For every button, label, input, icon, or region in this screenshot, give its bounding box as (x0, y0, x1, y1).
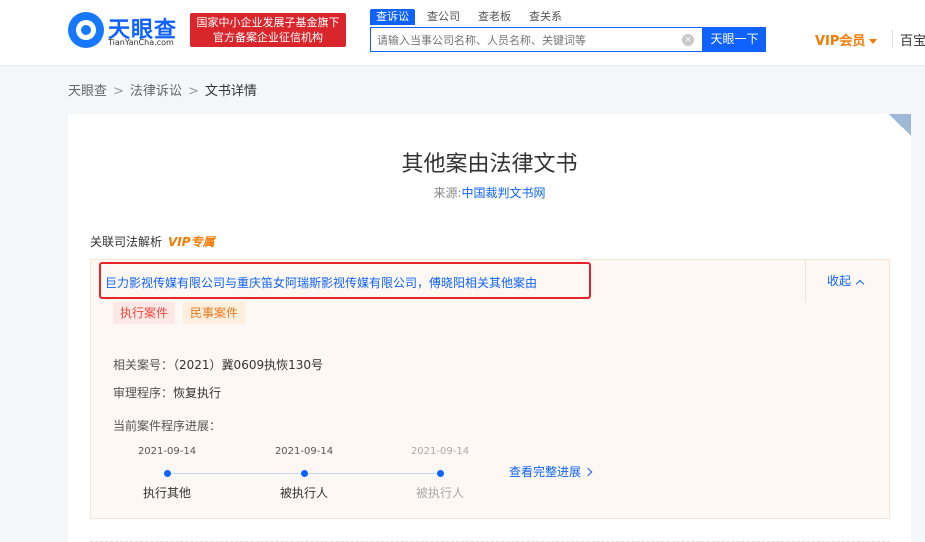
procedure-value: 恢复执行 (173, 386, 222, 400)
tab-search-relation[interactable]: 查关系 (523, 9, 568, 25)
document-card: 其他案由法律文书 来源:中国裁判文书网 关联司法解析 VIP专属 巨力影视传媒有限… (68, 114, 911, 542)
top-header: 天眼查 TianYanCha.com 国家中小企业发展子基金旗下 官方备案企业征… (0, 0, 925, 66)
view-full-progress-link[interactable]: 查看完整进展 (509, 463, 593, 480)
badge-line-2: 官方备案企业征信机构 (213, 31, 323, 44)
breadcrumb: 天眼查 > 法律诉讼 > 文书详情 (68, 80, 257, 99)
tianyancha-logo[interactable]: 天眼查 TianYanCha.com (68, 12, 186, 48)
document-title: 其他案由法律文书 (401, 152, 578, 177)
breadcrumb-home[interactable]: 天眼查 (68, 84, 107, 99)
tag-civil-case: 民事案件 (183, 302, 246, 324)
timeline-dot (300, 470, 308, 477)
vip-exclusive-badge: VIP专属 (168, 235, 215, 249)
procedure-row: 审理程序：恢复执行 (113, 384, 221, 401)
badge-line-1: 国家中小企业发展子基金旗下 (196, 16, 340, 29)
clear-icon[interactable]: × (682, 34, 694, 46)
breadcrumb-current: 文书详情 (204, 84, 257, 99)
chevron-right-icon: > (113, 84, 124, 99)
search-box: × (370, 27, 703, 52)
case-panel: 巨力影视传媒有限公司与重庆笛女阿瑞斯影视传媒有限公司，傅晓阳相关其他案由 收起 … (90, 259, 890, 519)
search-button[interactable]: 天眼一下 (703, 27, 766, 52)
timeline-date: 2021-09-14 (410, 446, 470, 457)
timeline-node: 2021-09-14 被执行人 (249, 444, 359, 501)
case-number-label: 相关案号： (113, 358, 174, 372)
case-number-value: （2021）冀0609执恢130号 (173, 358, 323, 372)
collapse-button[interactable]: 收起 (805, 260, 891, 302)
source-label: 来源: (433, 186, 462, 200)
procedure-label: 审理程序： (113, 386, 174, 400)
section-title: 关联司法解析 (90, 235, 163, 249)
tab-search-litigation[interactable]: 查诉讼 (370, 9, 415, 25)
case-title-link[interactable]: 巨力影视传媒有限公司与重庆笛女阿瑞斯影视传媒有限公司，傅晓阳相关其他案由 (105, 274, 537, 291)
collapse-label: 收起 (827, 274, 852, 288)
breadcrumb-litigation[interactable]: 法律诉讼 (130, 84, 182, 99)
chevron-up-icon (855, 279, 865, 288)
timeline-node: 2021-09-14 执行其他 (112, 444, 222, 501)
case-number-row: 相关案号：（2021）冀0609执恢130号 (113, 356, 323, 373)
search-input[interactable] (377, 32, 677, 48)
timeline-dot (436, 470, 444, 477)
logo-eye-icon (68, 12, 104, 48)
tag-execution-case: 执行案件 (113, 302, 176, 324)
timeline-label: 执行其他 (142, 486, 191, 500)
section-label: 关联司法解析 VIP专属 (90, 233, 215, 250)
progress-timeline: 2021-09-14 执行其他 2021-09-14 被执行人 2021-09-… (138, 444, 539, 504)
vip-member-label: VIP会员 (815, 34, 866, 49)
chevron-right-icon (583, 467, 593, 476)
caret-down-icon (869, 39, 878, 44)
tab-search-boss[interactable]: 查老板 (472, 9, 517, 25)
official-badge: 国家中小企业发展子基金旗下 官方备案企业征信机构 (190, 13, 346, 47)
timeline-node: 2021-09-14 被执行人 (385, 444, 495, 501)
header-right-link[interactable]: 百宝 (900, 30, 925, 49)
timeline-label: 被执行人 (279, 486, 328, 500)
timeline-label: 被执行人 (415, 486, 464, 500)
tab-search-company[interactable]: 查公司 (421, 9, 466, 25)
chevron-right-icon: > (187, 84, 199, 99)
progress-label: 当前案件程序进展： (113, 419, 222, 433)
timeline-date: 2021-09-14 (274, 446, 334, 457)
view-full-label: 查看完整进展 (509, 465, 582, 479)
source-link[interactable]: 中国裁判文书网 (462, 186, 546, 200)
timeline-date: 2021-09-14 (137, 446, 197, 457)
search-tabs: 查诉讼 查公司 查老板 查关系 (370, 9, 574, 27)
header-divider (892, 30, 893, 48)
qr-code-icon[interactable] (889, 114, 911, 136)
logo-subtext: TianYanCha.com (108, 38, 174, 47)
vip-member-menu[interactable]: VIP会员 (815, 30, 878, 49)
timeline-dot (163, 470, 171, 477)
document-source: 来源:中国裁判文书网 (68, 184, 911, 201)
